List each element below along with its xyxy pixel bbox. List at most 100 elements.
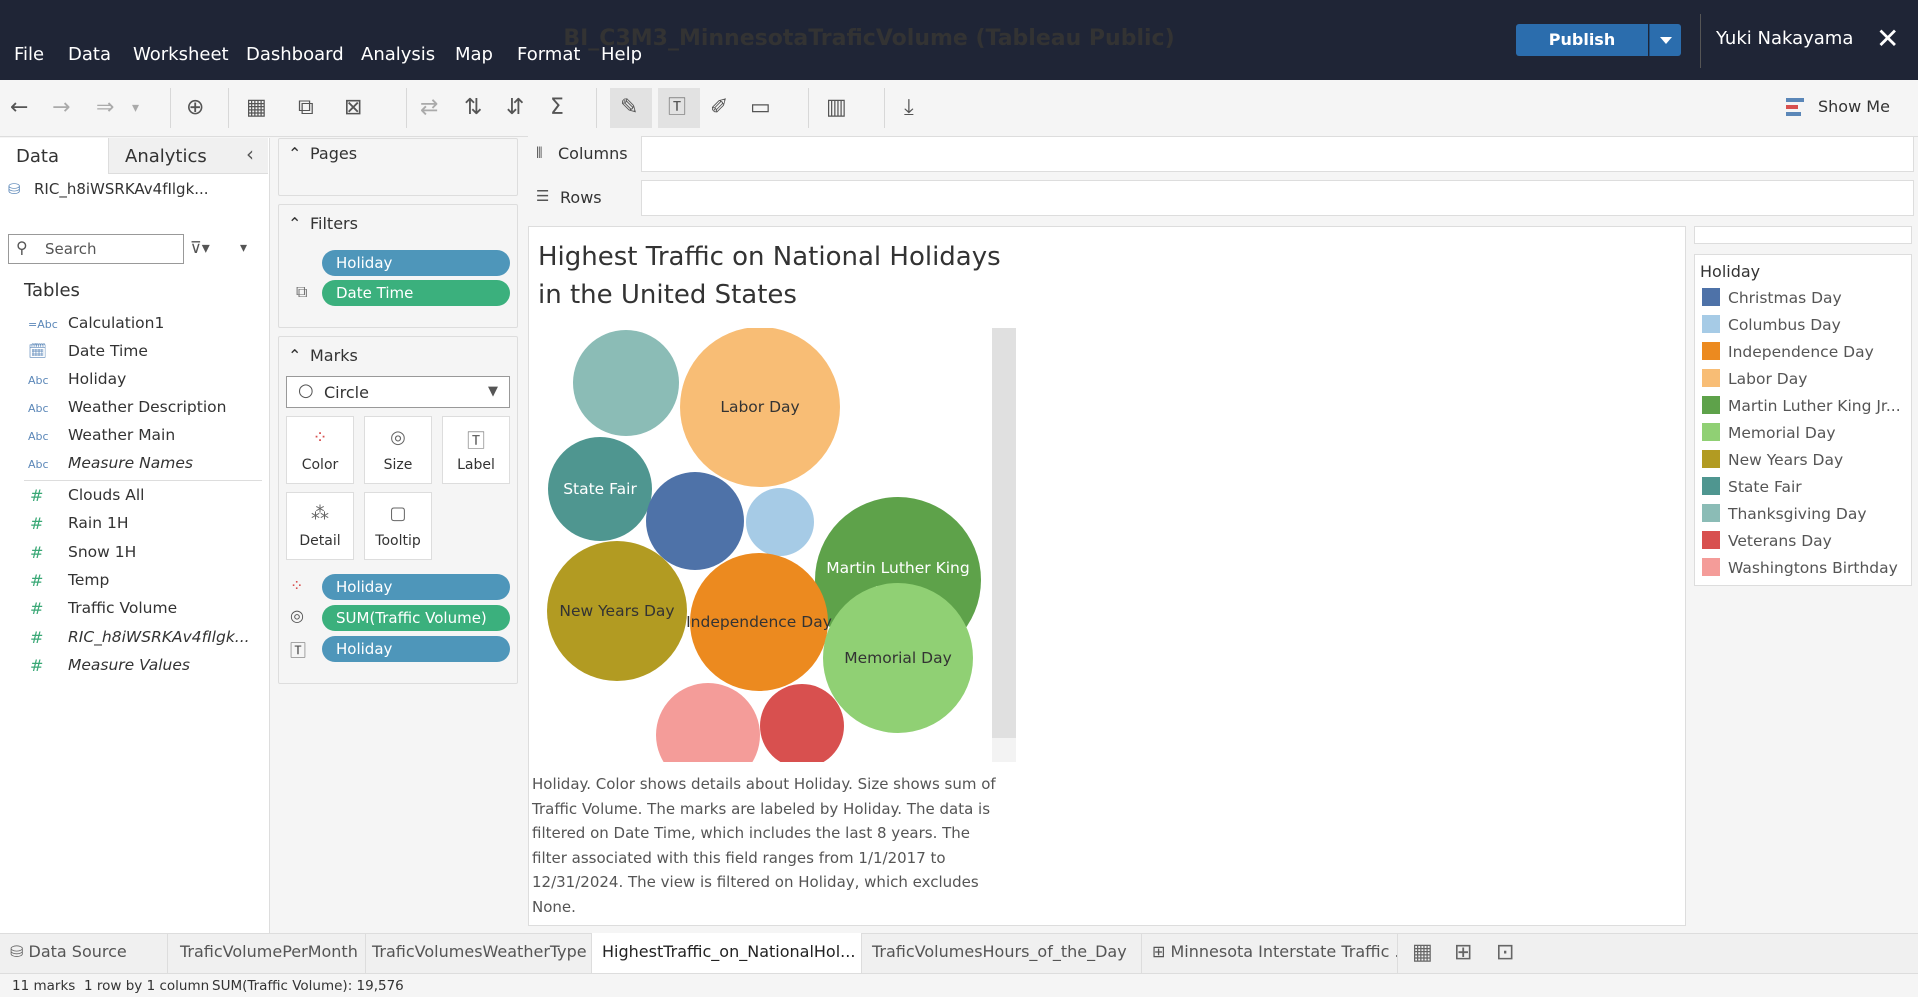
datasource-name[interactable]: RIC_h8iWSRKAv4fIlgk... — [34, 180, 209, 198]
legend-item[interactable]: State Fair — [1702, 477, 1908, 496]
sort-descending-icon[interactable]: ⇵ — [506, 96, 524, 120]
marks-pill-holiday-color[interactable]: Holiday — [322, 574, 510, 600]
field-weather-main[interactable]: Weather Main — [68, 426, 175, 444]
show-me-button[interactable]: Show Me — [1818, 97, 1890, 116]
tab-analytics[interactable]: Analytics — [108, 138, 268, 174]
sheet-tab[interactable]: TraficVolumesWeatherType — [362, 933, 592, 973]
field-record-count[interactable]: RIC_h8iWSRKAv4fIlgk... — [68, 628, 250, 646]
data-source-label: Data Source — [28, 942, 127, 961]
marks-chevron-icon[interactable]: ⌃ — [288, 346, 301, 365]
color-button[interactable]: ⁘ Color — [286, 416, 354, 484]
legend-item[interactable]: Veterans Day — [1702, 531, 1908, 550]
filter-icon[interactable]: ⊽▾ — [190, 238, 210, 257]
new-worksheet-icon[interactable]: ▦ — [1412, 940, 1433, 965]
redo-icon[interactable]: → — [52, 96, 70, 120]
legend-item[interactable]: Thanksgiving Day — [1702, 504, 1908, 523]
packed-bubble-chart: Labor DayState FairMartin Luther KingJr … — [530, 328, 992, 762]
worksheet-title: Highest Traffic on National Holidays — [538, 242, 1001, 272]
duplicate-sheet-icon[interactable]: ⧉ — [298, 96, 314, 120]
label-button[interactable]: 🅃 Label — [442, 416, 510, 484]
sort-ascending-icon[interactable]: ⇅ — [464, 96, 482, 120]
detail-button[interactable]: ⁂ Detail — [286, 492, 354, 560]
bubble-mark[interactable] — [573, 330, 679, 436]
close-icon[interactable]: ✕ — [1876, 24, 1899, 54]
field-measure-values[interactable]: Measure Values — [68, 656, 190, 674]
replay-icon[interactable]: ⇒ — [96, 96, 114, 120]
swap-icon[interactable]: ⇄ — [420, 96, 438, 120]
vertical-scrollbar[interactable] — [992, 328, 1016, 762]
status-rows-columns: 1 row by 1 column — [84, 978, 210, 994]
marks-pill-holiday-label[interactable]: Holiday — [322, 636, 510, 662]
size-button[interactable]: ◎ Size — [364, 416, 432, 484]
format-icon[interactable]: ✐ — [710, 96, 728, 120]
legend-item[interactable]: Christmas Day — [1702, 288, 1908, 307]
legend-item[interactable]: Columbus Day — [1702, 315, 1908, 334]
rows-label: Rows — [560, 188, 602, 207]
field-measure-names[interactable]: Measure Names — [68, 454, 193, 472]
presentation-icon[interactable]: ▥ — [826, 96, 847, 120]
bubble-mark[interactable] — [746, 488, 814, 556]
new-worksheet-icon[interactable]: ▦ — [246, 96, 267, 120]
tab-data[interactable]: Data — [0, 138, 108, 174]
filter-pill-date-time[interactable]: Date Time — [322, 280, 510, 306]
worksheet-caption: Holiday. Color shows details about Holid… — [532, 775, 996, 916]
field-date-time[interactable]: Date Time — [68, 342, 148, 360]
replay-dropdown-icon[interactable]: ▾ — [132, 96, 139, 120]
new-dashboard-icon[interactable]: ⊞ — [1454, 940, 1472, 965]
field-snow-1h[interactable]: Snow 1H — [68, 543, 136, 561]
sheet-tab[interactable]: TraficVolumePerMonth — [170, 933, 366, 973]
database-icon: ⛁ — [10, 942, 29, 961]
undo-icon[interactable]: ← — [10, 96, 28, 120]
legend-item[interactable]: Washingtons Birthday — [1702, 558, 1908, 577]
legend-header-strip — [1694, 226, 1912, 244]
field-calculation1[interactable]: Calculation1 — [68, 314, 164, 332]
sheet-tab-active[interactable]: HighestTraffic_on_NationalHol... — [592, 933, 862, 973]
legend-item[interactable]: New Years Day — [1702, 450, 1908, 469]
new-story-icon[interactable]: ⊡ — [1496, 940, 1514, 965]
user-name[interactable]: Yuki Nakayama — [1716, 28, 1853, 49]
bubble-mark[interactable] — [646, 472, 744, 570]
sheet-tab[interactable]: TraficVolumesHours_of_the_Day — [862, 933, 1142, 973]
columns-shelf[interactable] — [528, 136, 1914, 172]
field-weather-description[interactable]: Weather Description — [68, 398, 226, 416]
bubble-label: Martin Luther King — [826, 559, 969, 577]
mark-type-select[interactable] — [286, 376, 510, 408]
string-field-icon: Abc — [28, 374, 49, 387]
marks-pill-traffic-size[interactable]: SUM(Traffic Volume) — [322, 605, 510, 631]
menu-dropdown-icon[interactable]: ▾ — [240, 240, 247, 256]
legend-item[interactable]: Independence Day — [1702, 342, 1908, 361]
pages-chevron-icon[interactable]: ⌃ — [288, 144, 301, 163]
field-temp[interactable]: Temp — [68, 571, 109, 589]
field-holiday[interactable]: Holiday — [68, 370, 126, 388]
field-rain-1h[interactable]: Rain 1H — [68, 514, 129, 532]
new-datasource-icon[interactable]: ⊕ — [186, 96, 204, 120]
download-icon[interactable]: ⤓ — [904, 96, 914, 120]
show-me-icon[interactable] — [1786, 98, 1804, 116]
publish-dropdown-icon[interactable] — [1649, 24, 1681, 56]
legend-item[interactable]: Martin Luther King Jr... — [1702, 396, 1908, 415]
totals-icon[interactable]: Σ — [550, 96, 564, 120]
tab-data-source[interactable]: ⛁ Data Source — [0, 933, 168, 973]
field-traffic-volume[interactable]: Traffic Volume — [68, 599, 177, 617]
publish-button[interactable]: Publish — [1516, 24, 1648, 56]
bubble-mark[interactable] — [656, 683, 760, 762]
tooltip-button[interactable]: ▢ Tooltip — [364, 492, 432, 560]
color-label: Color — [301, 457, 339, 473]
field-clouds-all[interactable]: Clouds All — [68, 486, 145, 504]
legend-item[interactable]: Memorial Day — [1702, 423, 1908, 442]
color-icon: ⁘ — [312, 427, 328, 448]
divider — [170, 88, 171, 128]
bubble-label: State Fair — [563, 480, 637, 498]
collapse-pane-icon[interactable]: ‹ — [246, 142, 254, 166]
legend-swatch — [1702, 315, 1720, 333]
clear-sheet-icon[interactable]: ⊠ — [344, 96, 362, 120]
number-field-icon: # — [30, 628, 44, 647]
search-input[interactable]: Search — [8, 234, 184, 264]
filters-chevron-icon[interactable]: ⌃ — [288, 214, 301, 233]
bubble-mark[interactable] — [760, 684, 844, 762]
legend-item[interactable]: Labor Day — [1702, 369, 1908, 388]
dashboard-tab[interactable]: ⊞ Minnesota Interstate Traffic ... — [1142, 933, 1398, 973]
fit-icon[interactable]: ▭ — [750, 96, 771, 120]
rows-shelf[interactable] — [528, 180, 1914, 216]
filter-pill-holiday[interactable]: Holiday — [322, 250, 510, 276]
